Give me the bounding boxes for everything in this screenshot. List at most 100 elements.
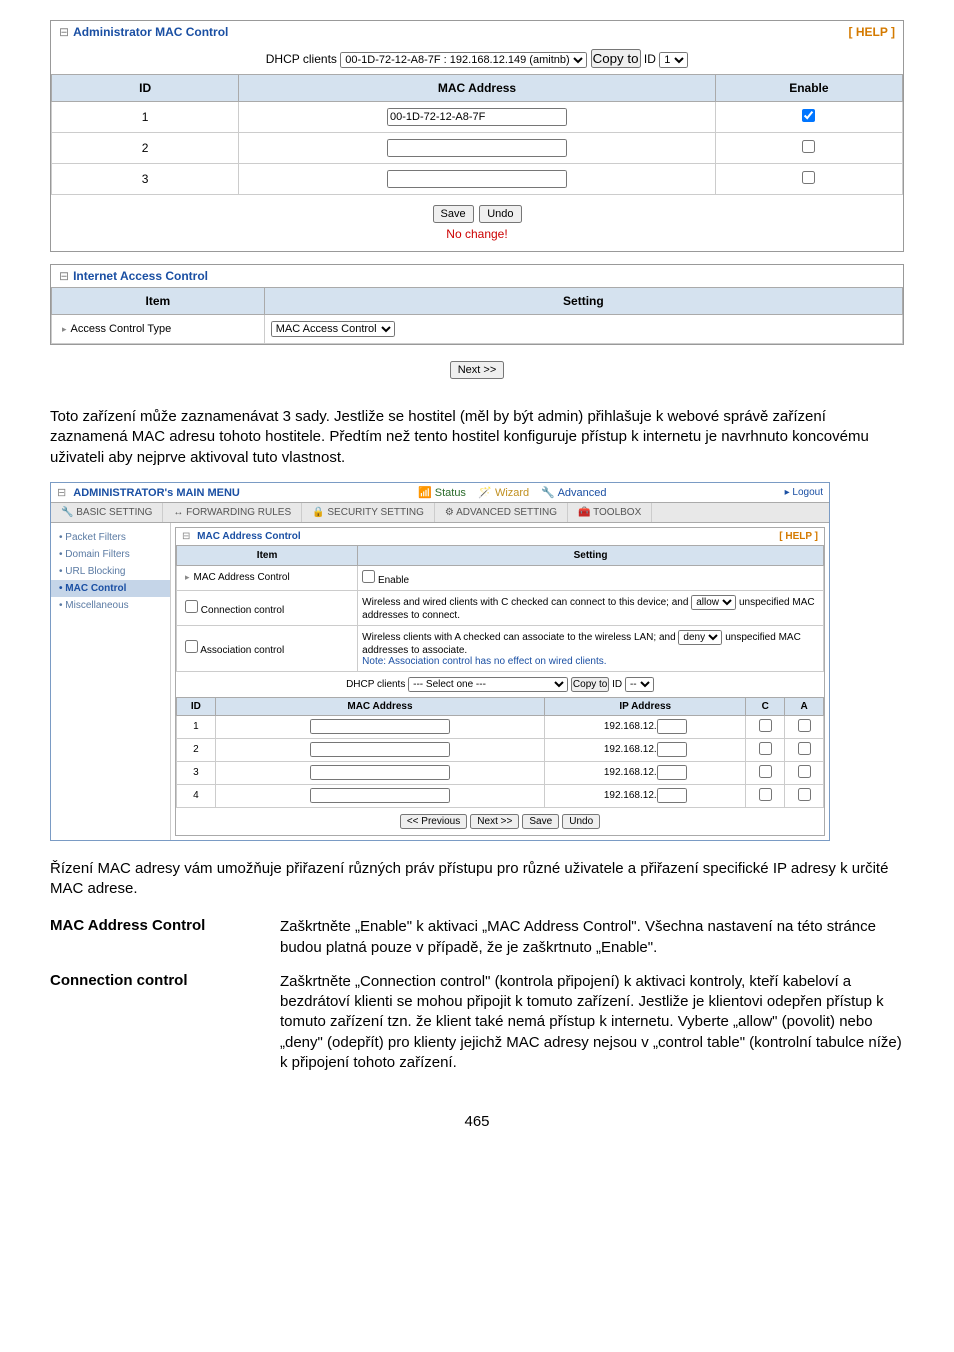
no-change-text: No change! [61,227,893,241]
paragraph-1: Toto zařízení může zaznamenávat 3 sady. … [50,407,904,468]
table-row: 1192.168.12. [177,715,824,738]
tab-toolbox[interactable]: 🧰 TOOLBOX [568,503,652,522]
mac-input[interactable] [310,765,450,780]
collapse-icon[interactable]: ⊟ [59,269,69,283]
association-control-checkbox[interactable] [185,640,198,653]
th-a: A [785,697,824,715]
enable-checkbox[interactable] [802,171,815,184]
th-enable: Enable [715,75,902,102]
table-row: 3 [52,164,903,195]
th-id: ID [177,697,216,715]
table-row: 2 [52,133,903,164]
collapse-icon: ⊟ [57,487,66,499]
help-link[interactable]: [ HELP ] [849,25,895,39]
table-row: ▸MAC Address Control Enable [177,565,824,590]
cell-id: 3 [177,761,216,784]
row-label: ▸Access Control Type [52,315,265,344]
a-checkbox[interactable] [798,788,811,801]
help-link[interactable]: [ HELP ] [779,531,818,542]
undo-button[interactable] [479,205,521,223]
collapse-icon[interactable]: ⊟ [59,25,69,39]
sidebar-url-blocking[interactable]: • URL Blocking [51,563,170,580]
enable-checkbox[interactable] [802,140,815,153]
dhcp-label: DHCP clients [266,52,337,66]
access-type-select[interactable]: MAC Access Control [271,321,395,337]
a-checkbox[interactable] [798,765,811,778]
advanced-link[interactable]: 🔧 Advanced [541,487,606,499]
save-button[interactable] [433,205,474,223]
dhcp-select[interactable]: 00-1D-72-12-A8-7F : 192.168.12.149 (amit… [340,52,587,68]
status-link[interactable]: 📶 Status [418,487,466,499]
access-control-table: Item Setting ▸Access Control Type MAC Ac… [51,287,903,344]
sidebar-miscellaneous[interactable]: • Miscellaneous [51,597,170,614]
logout-link[interactable]: ▸ Logout [785,487,823,498]
tab-security[interactable]: 🔒 SECURITY SETTING [302,503,435,522]
body: • Packet Filters • Domain Filters • URL … [51,523,829,840]
mac-input[interactable] [310,788,450,803]
a-checkbox[interactable] [798,742,811,755]
table-row: Association control Wireless clients wit… [177,625,824,671]
c-checkbox[interactable] [759,765,772,778]
next-button[interactable] [450,361,505,379]
mac-address-control-panel: ⊟ MAC Address Control [ HELP ] Item Sett… [175,527,825,836]
id-select[interactable]: -- [625,677,654,692]
enable-checkbox[interactable] [802,109,815,122]
sidebar-domain-filters[interactable]: • Domain Filters [51,546,170,563]
ip-suffix-input[interactable] [657,719,687,734]
allow-deny-select[interactable]: allow [691,595,736,610]
previous-button[interactable] [400,814,467,829]
tab-forwarding[interactable]: ↔ FORWARDING RULES [163,503,302,522]
copy-to-button[interactable] [591,49,641,68]
sidebar-packet-filters[interactable]: • Packet Filters [51,529,170,546]
button-row: No change! [51,195,903,251]
cell-id: 2 [52,133,239,164]
table-row: Connection control Wireless and wired cl… [177,590,824,625]
next-button[interactable] [470,814,519,829]
dhcp-select[interactable]: --- Select one --- [408,677,568,692]
copy-to-button[interactable] [571,677,609,692]
top-links: 📶 Status 🪄 Wizard 🔧 Advanced [418,486,607,499]
table-row: 1 [52,102,903,133]
ip-suffix-input[interactable] [657,742,687,757]
mac-input[interactable] [387,108,567,126]
th-ip: IP Address [545,697,746,715]
definition-term: MAC Address Control [50,917,280,958]
enable-checkbox[interactable] [362,570,375,583]
panel-title: ⊟Internet Access Control [59,269,208,283]
enable-label: Enable [378,575,409,586]
th-mac: MAC Address [239,75,716,102]
mac-input[interactable] [310,719,450,734]
mac-input[interactable] [387,170,567,188]
undo-button[interactable] [562,814,600,829]
allow-deny-select[interactable]: deny [678,630,722,645]
dhcp-clients-row: DHCP clients 00-1D-72-12-A8-7F : 192.168… [51,43,903,74]
th-id: ID [52,75,239,102]
mac-input[interactable] [387,139,567,157]
cell-id: 3 [52,164,239,195]
th-setting: Setting [358,545,824,565]
th-c: C [746,697,785,715]
tab-advanced[interactable]: ⚙ ADVANCED SETTING [435,503,568,522]
cell-id: 1 [52,102,239,133]
c-checkbox[interactable] [759,788,772,801]
connection-control-label: Connection control [177,590,358,625]
ip-suffix-input[interactable] [657,788,687,803]
association-note: Note: Association control has no effect … [362,656,606,667]
mac-input[interactable] [310,742,450,757]
ip-cell: 192.168.12. [545,715,746,738]
top-bar: ⊟ ADMINISTRATOR's MAIN MENU 📶 Status 🪄 W… [51,483,829,503]
id-select[interactable]: 1 [659,52,688,68]
a-checkbox[interactable] [798,719,811,732]
connection-control-checkbox[interactable] [185,600,198,613]
sidebar-mac-control[interactable]: • MAC Control [51,580,170,597]
tab-basic[interactable]: 🔧 BASIC SETTING [51,503,163,522]
arrow-icon: ▸ [62,324,67,334]
association-control-setting: Wireless clients with A checked can asso… [358,625,824,671]
mac-ip-table: ID MAC Address IP Address C A 1192.168.1… [176,697,824,808]
ip-suffix-input[interactable] [657,765,687,780]
save-button[interactable] [522,814,559,829]
main-area: ⊟ MAC Address Control [ HELP ] Item Sett… [171,523,829,840]
c-checkbox[interactable] [759,742,772,755]
c-checkbox[interactable] [759,719,772,732]
wizard-link[interactable]: 🪄 Wizard [478,487,529,499]
